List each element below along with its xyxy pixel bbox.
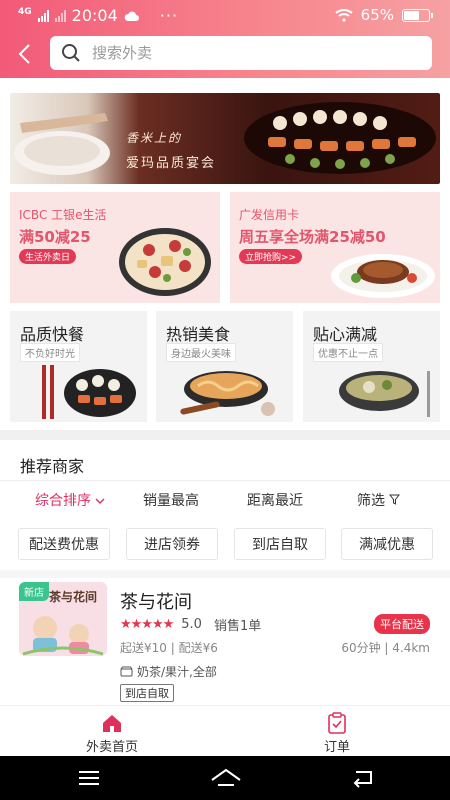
section-divider (0, 430, 450, 440)
category-hot-food[interactable]: 热销美食 身边最火美味 (156, 311, 293, 422)
platter-image (119, 228, 211, 296)
divider-band (0, 570, 450, 578)
status-bar: 4G 20:04 ··· 65% (0, 0, 450, 30)
hero-banner[interactable]: 香米上的 爱玛品质宴会 (10, 93, 440, 184)
tab-label: 外卖首页 (85, 740, 138, 755)
signal-icon-2 (54, 9, 66, 22)
chip-delivery-discount[interactable]: 配送费优惠 (18, 528, 110, 560)
clock: 20:04 (71, 6, 118, 25)
system-nav-bar (0, 756, 450, 800)
section-title: 推荐商家 (20, 457, 85, 476)
category-title: 贴心满减 (313, 325, 378, 344)
category-quality-fastfood[interactable]: 品质快餐 不负好时光 (10, 311, 147, 422)
filter-label: 筛选 (357, 493, 385, 509)
promo-tag[interactable]: 立即抢购>> (239, 249, 303, 264)
chip-full-reduction[interactable]: 满减优惠 (341, 528, 433, 560)
banner-text: 香米上的 爱玛品质宴会 (126, 129, 216, 171)
back-nav-icon[interactable] (350, 766, 376, 790)
rating-score: 5.0 (181, 617, 202, 632)
banner-line2: 爱玛品质宴会 (126, 156, 217, 171)
shop-rating: ★★★★★ 5.0 销售1单 (120, 615, 261, 634)
banner-line1: 香米上的 (126, 131, 183, 145)
sales-count: 销售1单 (213, 619, 262, 634)
shop-cuisine: 奶茶/果汁,全部 (120, 663, 217, 680)
category-subtitle: 不负好时光 (20, 343, 80, 362)
tab-orders[interactable]: 订单 (277, 712, 397, 755)
home-nav-icon[interactable] (210, 766, 242, 790)
sort-distance[interactable]: 距离最近 (247, 490, 303, 510)
filter-icon (389, 494, 401, 505)
pickup-tag: 到店自取 (120, 684, 174, 702)
shop-logo-text: 茶与花间 (49, 590, 98, 604)
chip-store-coupon[interactable]: 进店领券 (126, 528, 218, 560)
category-discount[interactable]: 贴心满减 优惠不止一点 (303, 311, 440, 422)
shop-name[interactable]: 茶与花间 (120, 588, 192, 614)
tab-takeout-home[interactable]: 外卖首页 (52, 712, 172, 755)
battery-icon (402, 8, 433, 22)
promo-bank-label: ICBC 工银e生活 (19, 208, 107, 222)
chevron-down-icon (95, 498, 105, 504)
promo-tag[interactable]: 生活外卖日 (19, 249, 77, 264)
category-title: 热销美食 (166, 325, 231, 344)
category-subtitle: 优惠不止一点 (313, 343, 383, 362)
shop-list-item[interactable]: 茶与花间 新店 茶与花间 ★★★★★ 5.0 销售1单 平台配送 起送¥10 |… (0, 578, 450, 704)
filter-chips: 配送费优惠 进店领券 到店自取 满减优惠 (0, 528, 450, 561)
sort-label: 综合排序 (35, 493, 91, 509)
shop-logo: 茶与花间 新店 (19, 582, 107, 656)
search-input[interactable] (92, 44, 392, 62)
search-icon (62, 44, 80, 62)
new-shop-badge: 新店 (19, 582, 49, 601)
soup-image (339, 371, 430, 417)
sushi-image (42, 365, 136, 419)
back-arrow-icon[interactable] (14, 42, 38, 66)
promo-offer: 满50减25 (19, 228, 91, 246)
chip-self-pickup[interactable]: 到店自取 (234, 528, 326, 560)
cuisine-label: 奶茶/果汁,全部 (137, 665, 217, 679)
category-subtitle: 身边最火美味 (166, 343, 236, 362)
promo-card-cgb[interactable]: 广发信用卡 周五享全场满25减50 立即抢购>> (230, 192, 440, 303)
steak-image (331, 254, 435, 298)
promo-card-icbc[interactable]: ICBC 工银e生活 满50减25 生活外卖日 (10, 192, 220, 303)
delivery-fees: 起送¥10 | 配送¥6 (120, 641, 218, 655)
tab-label: 订单 (323, 740, 350, 755)
noodle-image (180, 371, 275, 416)
orders-icon (328, 712, 346, 734)
sort-bar: 综合排序 销量最高 距离最近 筛选 (0, 490, 450, 512)
sort-comprehensive[interactable]: 综合排序 (35, 490, 105, 510)
network-label: 4G (18, 6, 32, 17)
shop-icon (120, 666, 133, 677)
promo-bank-label: 广发信用卡 (239, 208, 300, 222)
platform-delivery-badge: 平台配送 (374, 614, 430, 634)
cloud-icon (124, 11, 139, 21)
home-icon (103, 715, 121, 732)
banner-illustration (14, 102, 436, 175)
delivery-eta: 60分钟 | 4.4km (341, 641, 430, 655)
top-bar: 4G 20:04 ··· 65% (0, 0, 450, 78)
filter-button[interactable]: 筛选 (357, 490, 401, 510)
battery-level (404, 10, 419, 20)
divider-line (0, 480, 450, 481)
search-bar[interactable] (50, 36, 432, 70)
wifi-icon (334, 9, 353, 22)
more-dots: ··· (159, 6, 179, 25)
bottom-tab-bar: 外卖首页 订单 (0, 705, 450, 756)
signal-icon (37, 9, 49, 22)
rating-stars: ★★★★★ (120, 617, 174, 632)
menu-icon[interactable] (76, 766, 102, 790)
battery-percent: 65% (360, 6, 394, 24)
category-title: 品质快餐 (20, 325, 85, 344)
sort-sales[interactable]: 销量最高 (143, 490, 199, 510)
